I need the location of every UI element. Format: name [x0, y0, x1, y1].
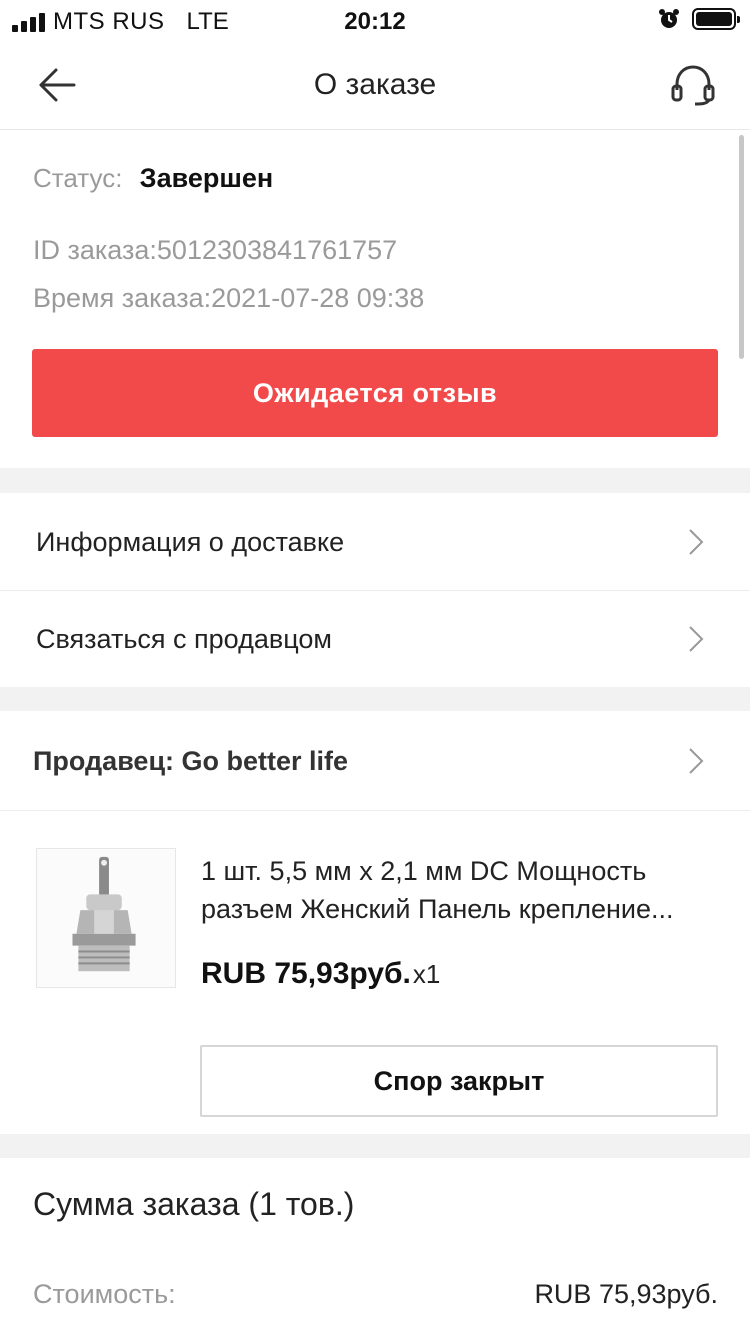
dispute-closed-button[interactable]: Спор закрыт: [200, 1045, 718, 1117]
product-image[interactable]: [36, 848, 176, 988]
seller-name: Продавец: Go better life: [33, 745, 349, 776]
status-bar-right: [658, 8, 740, 30]
product-price-row: RUB 75,93руб.x1: [201, 957, 440, 991]
section-divider: [0, 687, 750, 711]
cost-label: Стоимость:: [33, 1279, 176, 1309]
seller-row[interactable]: Продавец: Go better life: [0, 712, 750, 810]
battery-icon: [692, 8, 740, 30]
chevron-right-icon: [689, 748, 704, 774]
product-title-line-2: разъем Женский Панель крепление...: [201, 894, 674, 924]
navigation-bar: О заказе: [0, 40, 750, 130]
review-button[interactable]: Ожидается отзыв: [32, 349, 718, 437]
order-summary-title: Сумма заказа (1 тов.): [33, 1186, 355, 1222]
alarm-icon: [659, 9, 679, 28]
row-divider: [0, 810, 750, 811]
section-divider: [0, 468, 750, 493]
product-title-line-1: 1 шт. 5,5 мм x 2,1 мм DC Мощность: [201, 856, 647, 886]
status-label: Статус:: [33, 163, 123, 193]
section-divider: [0, 1134, 750, 1158]
cost-value: RUB 75,93руб.: [534, 1279, 718, 1309]
scrollbar[interactable]: [739, 135, 744, 359]
chevron-right-icon: [689, 626, 704, 652]
order-status: Статус: Завершен: [33, 163, 273, 194]
order-time: Время заказа:2021-07-28 09:38: [33, 283, 425, 313]
page-title: О заказе: [313, 68, 437, 101]
status-value: Завершен: [139, 163, 274, 193]
delivery-info-label: Информация о доставке: [36, 526, 345, 557]
status-bar: MTS RUS LTE 20:12: [0, 0, 750, 40]
chevron-right-icon: [689, 529, 704, 555]
headset-icon[interactable]: [670, 64, 716, 106]
product-title[interactable]: 1 шт. 5,5 мм x 2,1 мм DC Мощность разъем…: [201, 852, 721, 928]
contact-seller-label: Связаться с продавцом: [36, 623, 332, 654]
contact-seller-row[interactable]: Связаться с продавцом: [0, 591, 750, 687]
order-id: ID заказа:5012303841761757: [33, 235, 398, 265]
product-quantity: x1: [412, 959, 441, 989]
product-price: RUB 75,93руб.: [201, 957, 411, 990]
clock: 20:12: [344, 8, 406, 35]
delivery-info-row[interactable]: Информация о доставке: [0, 494, 750, 590]
